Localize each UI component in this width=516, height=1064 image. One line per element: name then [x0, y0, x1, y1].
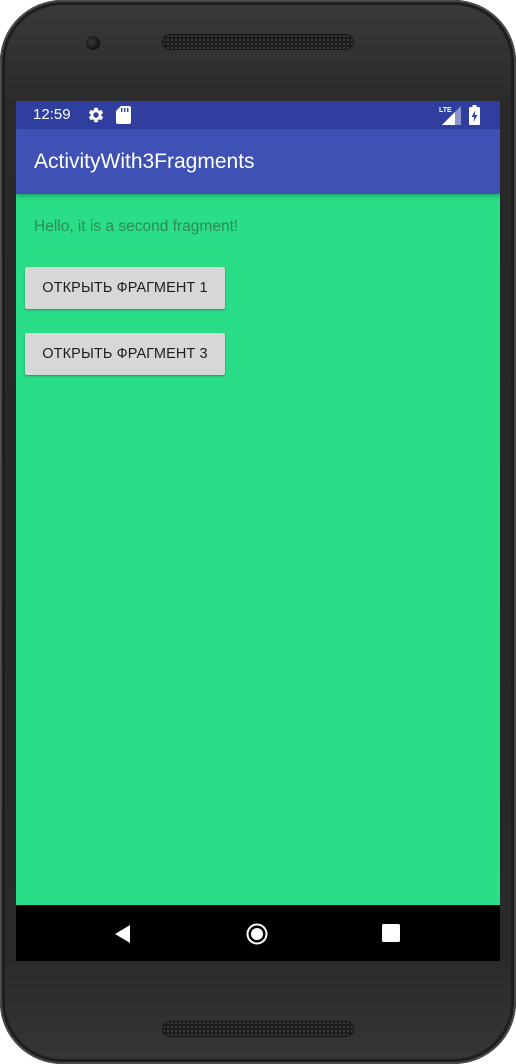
status-time: 12:59: [33, 106, 71, 123]
open-fragment-1-button[interactable]: ОТКРЫТЬ ФРАГМЕНТ 1: [25, 267, 225, 309]
settings-gear-icon: [88, 107, 104, 123]
recents-square-icon[interactable]: [382, 924, 400, 942]
lte-signal-icon: LTE: [439, 106, 461, 125]
app-title: ActivityWith3Fragments: [34, 150, 255, 173]
screen: 12:59 LTE ActivityWith3Fragments Hello, …: [16, 101, 500, 961]
bottom-speaker: [162, 1021, 354, 1037]
home-circle-icon[interactable]: [245, 922, 269, 946]
sd-card-icon: [116, 106, 131, 124]
battery-charging-icon: [469, 105, 480, 125]
fragment-text: Hello, it is a second fragment!: [34, 218, 239, 235]
back-triangle-icon[interactable]: [112, 923, 134, 945]
status-bar: 12:59 LTE: [16, 101, 500, 129]
lte-label: LTE: [439, 107, 452, 114]
fragment-container: Hello, it is a second fragment! ОТКРЫТЬ …: [16, 194, 500, 905]
earpiece-speaker: [162, 34, 354, 50]
app-bar: ActivityWith3Fragments: [16, 129, 500, 194]
phone-frame: 12:59 LTE ActivityWith3Fragments Hello, …: [0, 0, 516, 1064]
navigation-bar: [16, 905, 500, 961]
front-camera: [86, 36, 100, 50]
open-fragment-3-button[interactable]: ОТКРЫТЬ ФРАГМЕНТ 3: [25, 333, 225, 375]
